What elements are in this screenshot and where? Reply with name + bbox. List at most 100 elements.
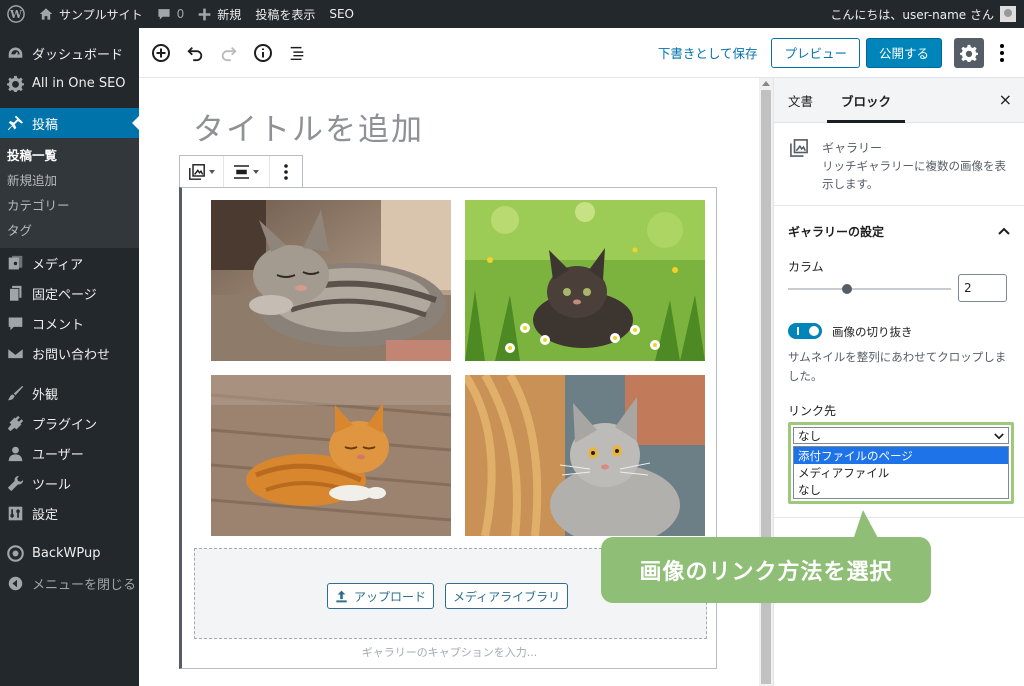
publish-button[interactable]: 公開する [865,37,942,68]
panel-title[interactable]: ギャラリーの設定 [788,223,884,240]
tab-document[interactable]: 文書 [774,78,827,123]
block-more-button[interactable] [270,156,302,187]
columns-label: カラム [788,260,824,274]
link-to-select[interactable]: なし 添付ファイルのページ メディアファイル なし [788,422,1014,504]
save-draft-button[interactable]: 下書きとして保存 [658,43,758,62]
list-outline-icon [290,46,304,60]
menu-dashboard[interactable]: ダッシュボード [0,38,139,68]
more-options-button[interactable] [990,38,1014,68]
media-icon [6,254,24,272]
menu-media[interactable]: メディア [0,248,139,278]
settings-sliders-icon [6,504,24,522]
menu-plugins-label: プラグイン [32,417,98,433]
posts-submenu: 投稿一覧 新規追加 カテゴリー タグ [0,138,139,248]
option-media-file[interactable]: メディアファイル [794,464,1008,481]
plus-icon [198,8,211,20]
menu-pages[interactable]: 固定ページ [0,278,139,308]
seo-link[interactable]: SEO [322,0,361,28]
new-content-link[interactable]: 新規 [191,0,248,28]
gear-icon [6,74,24,92]
menu-plugins[interactable]: プラグイン [0,408,139,438]
gallery-icon [790,139,808,161]
post-title-input[interactable]: タイトルを追加 [193,104,424,149]
collapse-menu-button[interactable]: メニューを閉じる [0,568,139,598]
comment-bubble-icon [158,9,170,20]
close-sidebar-button[interactable]: × [999,90,1012,109]
block-card-description: リッチギャラリーに複数の画像を表示します。 [822,159,1006,191]
menu-aioseo[interactable]: All in One SEO [0,68,139,98]
chevron-up-icon[interactable] [998,224,1010,239]
menu-settings[interactable]: 設定 [0,498,139,528]
submenu-add-new[interactable]: 新規追加 [0,167,139,192]
menu-appearance-label: 外観 [32,387,59,403]
menu-posts[interactable]: 投稿 [0,108,139,138]
vertical-ellipsis-icon [284,163,288,180]
option-none[interactable]: なし [794,481,1008,498]
link-selected-text: なし [798,428,821,443]
gallery-image-grass-kitten[interactable] [465,200,705,361]
media-library-button[interactable]: メディアライブラリ [445,583,569,609]
menu-pages-label: 固定ページ [32,287,97,303]
gallery-image-orange-cat[interactable] [211,375,451,536]
user-icon [6,444,24,462]
add-block-button[interactable] [145,37,177,69]
tab-block[interactable]: ブロック [827,78,906,123]
menu-users[interactable]: ユーザー [0,438,139,468]
columns-range-track[interactable] [788,288,951,290]
gallery-image-grey-cat[interactable] [465,375,705,536]
backwpup-icon [6,544,24,562]
site-name-link[interactable]: サンプルサイト [32,0,150,28]
caret-down-icon [208,169,215,174]
crop-images-toggle[interactable] [788,323,822,339]
link-to-label: リンク先 [788,404,837,418]
wrench-icon [6,474,24,492]
columns-number-input[interactable]: 2 [958,274,1007,302]
svg-text:W: W [9,8,23,21]
block-type-switcher[interactable] [180,156,224,187]
menu-tools-label: ツール [32,477,72,493]
menu-appearance[interactable]: 外観 [0,378,139,408]
menu-tools[interactable]: ツール [0,468,139,498]
block-toolbar [179,155,303,188]
comments-link[interactable]: 0 [150,0,192,28]
link-to-select-value[interactable]: なし [793,427,1009,444]
menu-users-label: ユーザー [32,447,84,463]
info-button[interactable] [247,37,279,69]
admin-sidebar: ダッシュボード All in One SEO 投稿 投稿一覧 新規追加 カテゴリ… [0,28,139,686]
menu-dashboard-label: ダッシュボード [32,47,124,63]
submenu-all-posts[interactable]: 投稿一覧 [0,142,139,167]
menu-comments-label: コメント [32,317,85,333]
undo-button[interactable] [179,37,211,69]
redo-button[interactable] [213,37,245,69]
gallery-caption-input[interactable]: ギャラリーのキャプションを入力... [182,644,717,660]
menu-backwpup[interactable]: BackWPup [0,538,139,568]
undo-icon [187,46,203,61]
menu-contact[interactable]: お問い合わせ [0,338,139,368]
outline-button[interactable] [281,37,313,69]
view-post-link[interactable]: 投稿を表示 [248,0,322,28]
scroll-up-arrow-icon[interactable] [762,81,770,86]
plus-circle-icon [152,43,170,62]
settings-toggle-button[interactable] [954,37,984,68]
columns-range-thumb[interactable] [842,284,852,294]
upload-button[interactable]: アップロード [327,583,435,609]
site-name: サンプルサイト [59,7,143,22]
option-attachment-page[interactable]: 添付ファイルのページ [794,447,1008,464]
plug-icon [6,414,24,432]
upload-icon [336,590,347,602]
callout-annotation: 画像のリンク方法を選択 [601,537,931,603]
wordpress-logo-icon[interactable]: W [0,0,32,28]
envelope-icon [6,344,24,362]
submenu-categories[interactable]: カテゴリー [0,192,139,217]
align-button[interactable] [224,156,270,187]
gallery-image-sleeping-kitten[interactable] [211,200,451,361]
menu-comments[interactable]: コメント [0,308,139,338]
comments-count: 0 [176,7,185,21]
user-account-link[interactable]: こんにちは、user-name さん [823,0,1024,28]
collapse-menu-label: メニューを閉じる [32,577,137,593]
settings-tabs: 文書 ブロック × [774,78,1024,123]
menu-settings-label: 設定 [32,507,59,523]
upload-button-label: アップロード [354,589,427,604]
submenu-tags[interactable]: タグ [0,217,139,242]
preview-button[interactable]: プレビュー [771,37,860,68]
